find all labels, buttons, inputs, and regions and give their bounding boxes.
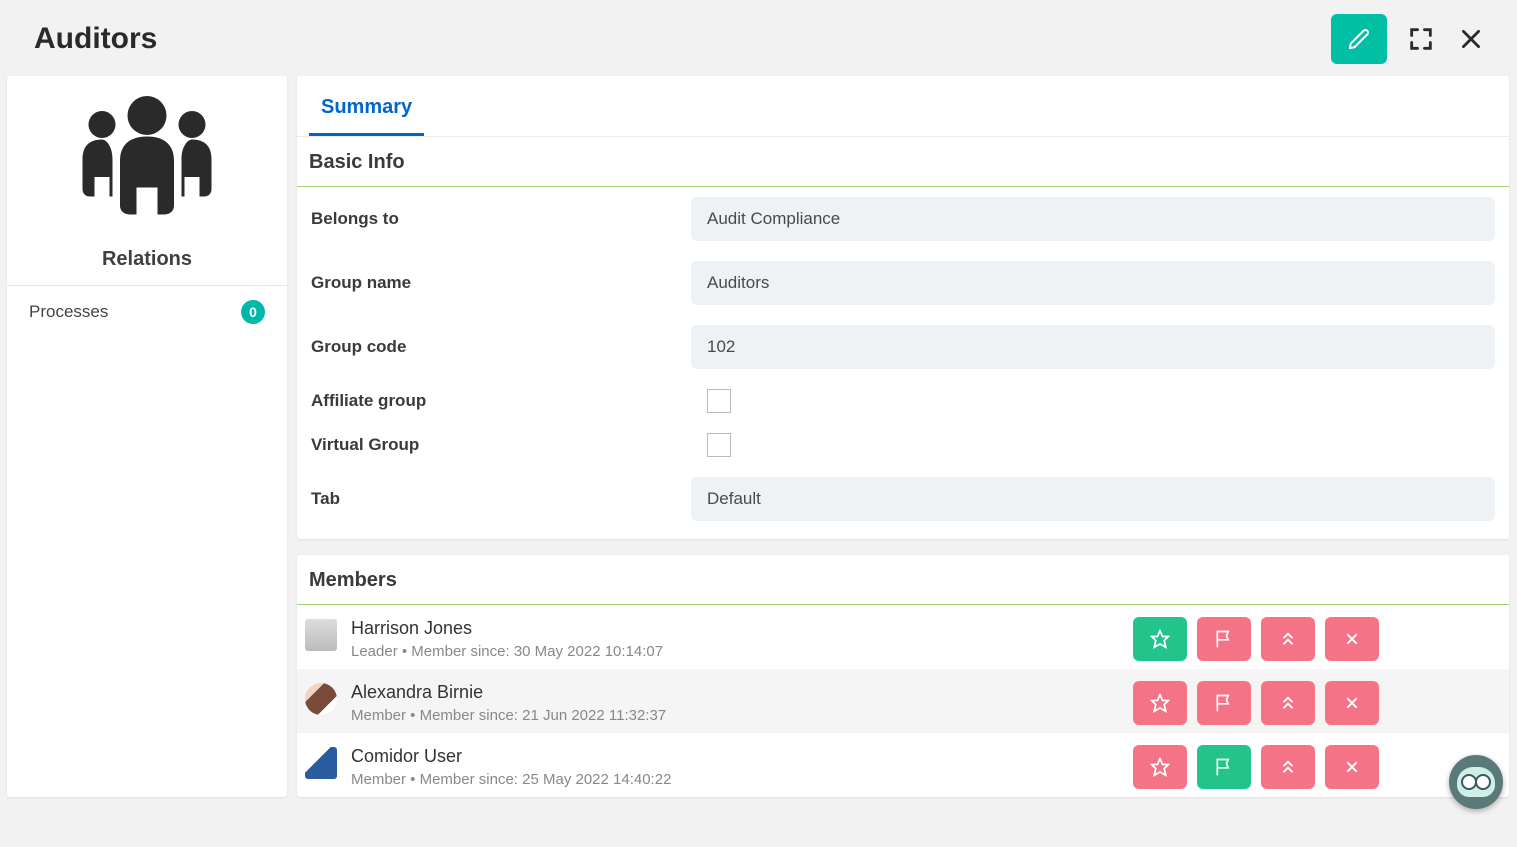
chevron-double-up-icon: [1279, 758, 1297, 776]
members-panel: Members Harrison Jones Leader • Member s…: [297, 555, 1509, 797]
row-belongs-to: Belongs to Audit Compliance: [297, 187, 1509, 251]
member-name[interactable]: Comidor User: [351, 746, 1119, 767]
header-actions: [1331, 14, 1487, 64]
label-affiliate-group: Affiliate group: [311, 391, 691, 411]
close-icon: [1458, 26, 1484, 52]
star-icon: [1150, 629, 1170, 649]
member-actions: [1133, 617, 1501, 661]
row-affiliate-group: Affiliate group: [297, 379, 1509, 423]
close-button[interactable]: [1455, 23, 1487, 55]
edit-button[interactable]: [1331, 14, 1387, 64]
avatar: [305, 619, 337, 651]
sidebar-item-processes[interactable]: Processes 0: [7, 286, 287, 338]
member-info: Alexandra Birnie Member • Member since: …: [351, 682, 1119, 724]
member-name[interactable]: Alexandra Birnie: [351, 682, 1119, 703]
row-virtual-group: Virtual Group: [297, 423, 1509, 467]
value-tab[interactable]: Default: [691, 477, 1495, 521]
member-info: Harrison Jones Leader • Member since: 30…: [351, 618, 1119, 660]
star-button[interactable]: [1133, 617, 1187, 661]
member-meta: Member • Member since: 21 Jun 2022 11:32…: [351, 707, 1119, 724]
relations-title: Relations: [7, 240, 287, 286]
row-tab: Tab Default: [297, 467, 1509, 539]
flag-icon: [1214, 757, 1234, 777]
chat-assistant-button[interactable]: [1449, 755, 1503, 809]
page-header: Auditors: [0, 0, 1517, 76]
chevron-double-up-icon: [1279, 630, 1297, 648]
value-group-code[interactable]: 102: [691, 325, 1495, 369]
member-row: Alexandra Birnie Member • Member since: …: [297, 669, 1509, 733]
promote-button[interactable]: [1261, 745, 1315, 789]
value-belongs-to[interactable]: Audit Compliance: [691, 197, 1495, 241]
promote-button[interactable]: [1261, 617, 1315, 661]
x-icon: [1344, 631, 1360, 647]
summary-panel: Summary Basic Info Belongs to Audit Comp…: [297, 76, 1509, 539]
member-meta: Leader • Member since: 30 May 2022 10:14…: [351, 643, 1119, 660]
avatar: [305, 683, 337, 715]
members-title: Members: [297, 555, 1509, 605]
star-button[interactable]: [1133, 681, 1187, 725]
flag-icon: [1214, 629, 1234, 649]
owl-face-icon: [1457, 767, 1495, 797]
checkbox-virtual-group[interactable]: [707, 433, 731, 457]
tab-bar: Summary: [297, 76, 1509, 137]
content-area: Relations Processes 0 Summary Basic Info…: [0, 76, 1517, 797]
chevron-double-up-icon: [1279, 694, 1297, 712]
remove-button[interactable]: [1325, 745, 1379, 789]
star-button[interactable]: [1133, 745, 1187, 789]
avatar: [305, 747, 337, 779]
row-group-name: Group name Auditors: [297, 251, 1509, 315]
label-group-code: Group code: [311, 337, 691, 357]
pencil-icon: [1348, 28, 1370, 50]
members-list: Harrison Jones Leader • Member since: 30…: [297, 605, 1509, 797]
x-icon: [1344, 759, 1360, 775]
remove-button[interactable]: [1325, 617, 1379, 661]
count-badge: 0: [241, 300, 265, 324]
member-meta: Member • Member since: 25 May 2022 14:40…: [351, 771, 1119, 788]
promote-button[interactable]: [1261, 681, 1315, 725]
fullscreen-button[interactable]: [1405, 23, 1437, 55]
fullscreen-icon: [1407, 25, 1435, 53]
flag-button[interactable]: [1197, 745, 1251, 789]
flag-icon: [1214, 693, 1234, 713]
sidebar-item-label: Processes: [29, 302, 108, 322]
star-icon: [1150, 757, 1170, 777]
label-group-name: Group name: [311, 273, 691, 293]
member-actions: [1133, 681, 1501, 725]
member-name[interactable]: Harrison Jones: [351, 618, 1119, 639]
tab-summary[interactable]: Summary: [309, 76, 424, 136]
group-icon-area: [7, 76, 287, 240]
basic-info-title: Basic Info: [297, 137, 1509, 187]
row-group-code: Group code 102: [297, 315, 1509, 379]
member-actions: [1133, 745, 1501, 789]
remove-button[interactable]: [1325, 681, 1379, 725]
group-icon: [72, 86, 222, 226]
checkbox-affiliate-group[interactable]: [707, 389, 731, 413]
member-info: Comidor User Member • Member since: 25 M…: [351, 746, 1119, 788]
member-row: Comidor User Member • Member since: 25 M…: [297, 733, 1509, 797]
main-area: Summary Basic Info Belongs to Audit Comp…: [297, 76, 1517, 797]
sidebar: Relations Processes 0: [7, 76, 287, 797]
label-tab: Tab: [311, 489, 691, 509]
star-icon: [1150, 693, 1170, 713]
label-belongs-to: Belongs to: [311, 209, 691, 229]
value-group-name[interactable]: Auditors: [691, 261, 1495, 305]
flag-button[interactable]: [1197, 617, 1251, 661]
member-row: Harrison Jones Leader • Member since: 30…: [297, 605, 1509, 669]
label-virtual-group: Virtual Group: [311, 435, 691, 455]
x-icon: [1344, 695, 1360, 711]
flag-button[interactable]: [1197, 681, 1251, 725]
page-title: Auditors: [34, 22, 157, 56]
